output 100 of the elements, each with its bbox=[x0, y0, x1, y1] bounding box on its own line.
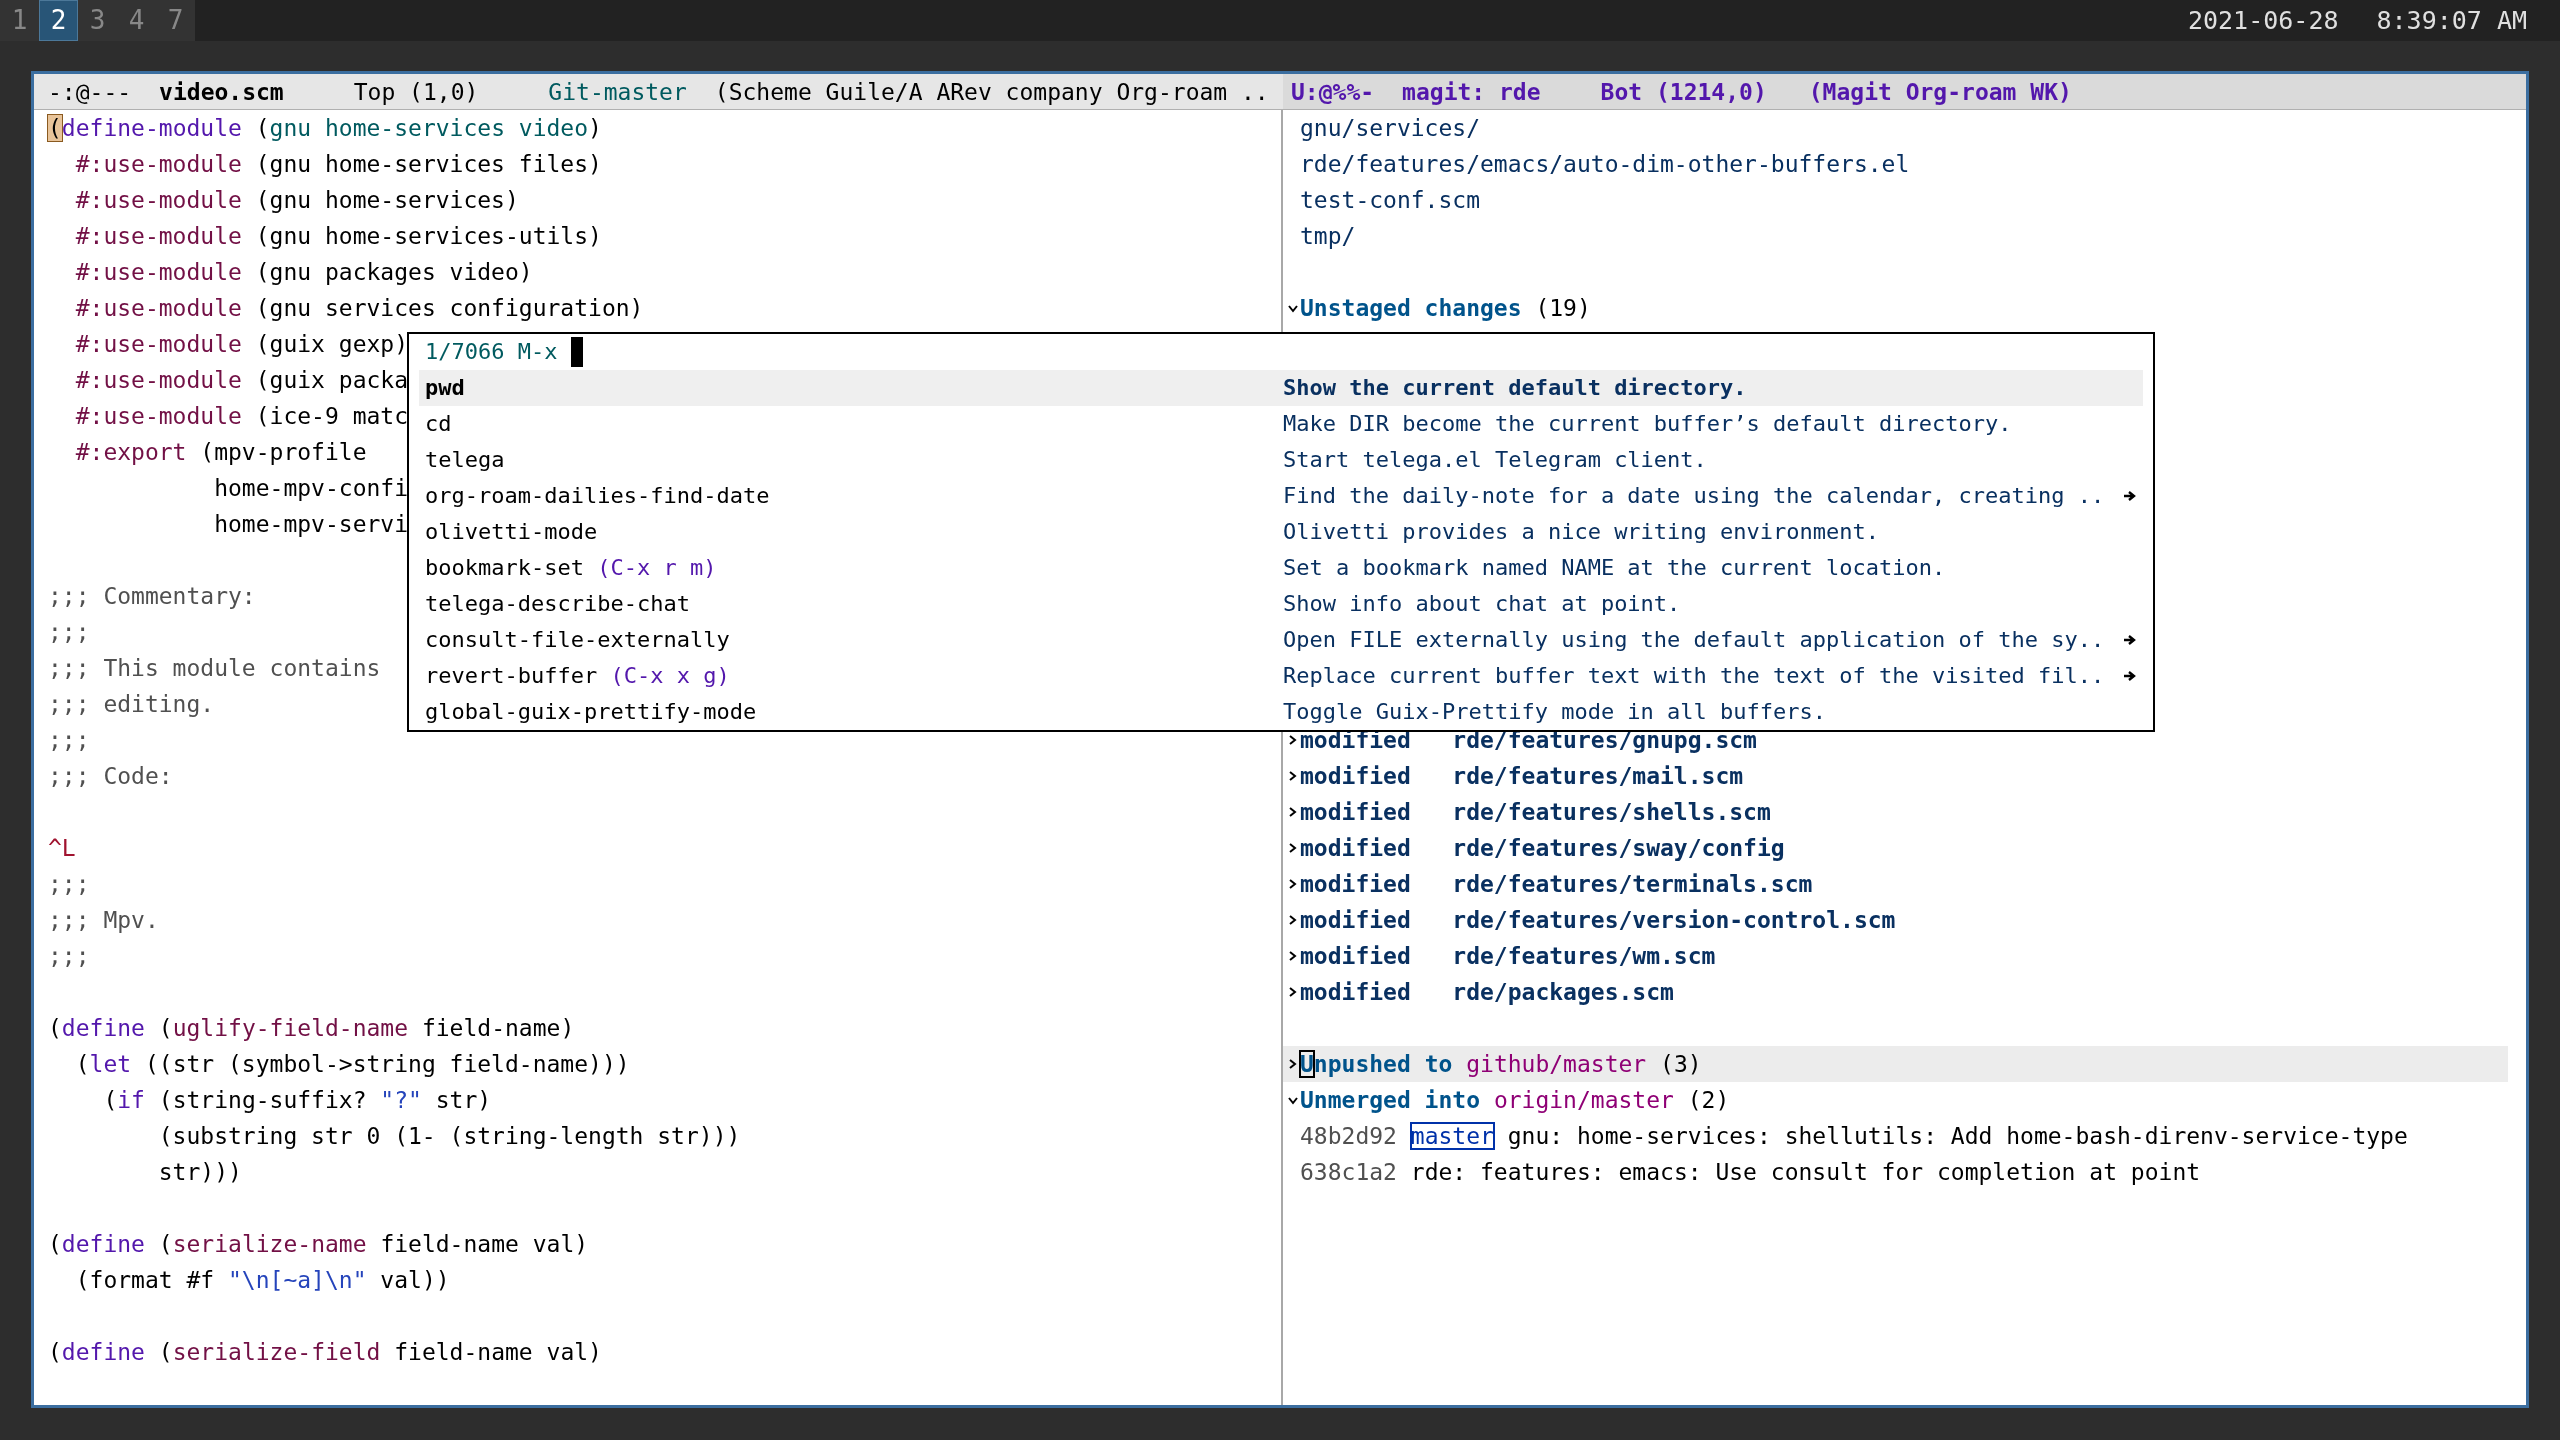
command-candidate[interactable]: global-guix-prettify-mode Toggle Guix-Prettify mode in all buffers. bbox=[419, 694, 2143, 730]
chevron-right-icon[interactable] bbox=[1287, 914, 1299, 926]
command-candidate[interactable]: cd Make DIR become the current buffer’s default directory. bbox=[419, 406, 2143, 442]
text-cursor[interactable] bbox=[571, 337, 584, 367]
chevron-right-icon[interactable] bbox=[1287, 950, 1299, 962]
command-name: revert-buffer (C-x x g) bbox=[425, 662, 731, 690]
section-line[interactable]: Unmerged into origin/master (2) bbox=[1300, 1082, 1730, 1118]
date-text: 2021-06-28 bbox=[2187, 4, 2339, 37]
command-description: Open FILE externally using the default application of the sy.. bbox=[1283, 626, 2105, 654]
workspace-button[interactable]: 7 bbox=[156, 0, 195, 41]
arrow-right-icon bbox=[2123, 633, 2137, 647]
mode-line-text: (Scheme Guile/A ARev company Org-roam .. bbox=[714, 77, 1269, 107]
code-line: #:use-module (gnu home-services) bbox=[74, 186, 519, 215]
magit-line: rde/features/emacs/auto-dim-other-buffers.el bbox=[1300, 150, 1910, 179]
command-candidate[interactable]: revert-buffer (C-x x g) Replace current buffer text with the text of the visited fil.. bbox=[419, 658, 2143, 694]
command-name: consult-file-externally bbox=[425, 626, 731, 654]
command-candidate[interactable]: consult-file-externally Open FILE externally using the default application of the sy.. bbox=[419, 622, 2143, 658]
section-line[interactable]: Unpushed to github/master (3) bbox=[1300, 1046, 1702, 1082]
section-line[interactable]: modified rde/features/shells.scm bbox=[1300, 794, 1771, 830]
chevron-right-icon[interactable] bbox=[1287, 1058, 1299, 1070]
code-line: home-mpv-servi bbox=[213, 510, 409, 539]
command-description: Replace current buffer text with the text of the visited fil.. bbox=[1283, 662, 2105, 690]
command-candidate[interactable]: olivetti-mode Olivetti provides a nice writing environment. bbox=[419, 514, 2143, 550]
arrow-right-icon bbox=[2123, 489, 2137, 503]
code-line: (define-module (gnu home-services video) bbox=[48, 114, 602, 143]
command-description: Toggle Guix-Prettify mode in all buffers. bbox=[1283, 698, 1827, 726]
section-line[interactable]: modified rde/features/sway/config bbox=[1300, 830, 1785, 866]
code-line: ;;; Code: bbox=[48, 762, 173, 791]
workspace-button[interactable]: 4 bbox=[117, 0, 156, 41]
command-candidate[interactable]: telega-describe-chat Show info about chat at point. bbox=[419, 586, 2143, 622]
command-description: Show info about chat at point. bbox=[1283, 590, 1681, 618]
command-candidate[interactable]: telega Start telega.el Telegram client. bbox=[419, 442, 2143, 478]
chevron-right-icon[interactable] bbox=[1287, 986, 1299, 998]
command-name: cd bbox=[425, 410, 453, 438]
chevron-right-icon[interactable] bbox=[1287, 734, 1299, 746]
command-name: olivetti-mode bbox=[425, 518, 599, 546]
code-line: ;;; This module contains bbox=[48, 654, 381, 683]
chevron-right-icon[interactable] bbox=[1287, 878, 1299, 890]
section-line[interactable]: modified rde/packages.scm bbox=[1300, 974, 1674, 1010]
command-name: bookmark-set (C-x r m) bbox=[425, 554, 718, 582]
code-line: ^L bbox=[48, 834, 76, 863]
arrow-right-icon bbox=[2123, 669, 2137, 683]
prompt-label: 1/7066 M-x bbox=[425, 338, 558, 366]
mode-line-text: Top (1,0) bbox=[353, 77, 479, 107]
workspace-button[interactable]: 2 bbox=[39, 0, 78, 41]
mode-line-text: (Magit Org-roam WK) bbox=[1808, 77, 2072, 107]
magit-line: gnu/services/ bbox=[1300, 114, 1480, 143]
code-line: #:use-module (ice-9 matc bbox=[74, 402, 409, 431]
code-line: ;;; Mpv. bbox=[48, 906, 159, 935]
code-line: ;;; bbox=[48, 726, 90, 755]
code-line: ;;; editing. bbox=[48, 690, 215, 719]
command-description: Find the daily-note for a date using the calendar, creating .. bbox=[1283, 482, 2105, 510]
command-name: org-roam-dailies-find-date bbox=[425, 482, 771, 510]
code-line: (format #f "\n[~a]\n" val)) bbox=[74, 1266, 450, 1295]
code-line: #:use-module (guix packa bbox=[74, 366, 409, 395]
command-candidate[interactable]: org-roam-dailies-find-date Find the daily-note for a date using the calendar, creating .. bbox=[419, 478, 2143, 514]
mode-line-text: Bot (1214,0) bbox=[1600, 77, 1767, 107]
code-line: str))) bbox=[157, 1158, 242, 1187]
command-description: Start telega.el Telegram client. bbox=[1283, 446, 1707, 474]
command-candidate[interactable]: bookmark-set (C-x r m) Set a bookmark named NAME at the current location. bbox=[419, 550, 2143, 586]
chevron-right-icon[interactable] bbox=[1287, 770, 1299, 782]
code-line: (define (serialize-field field-name val) bbox=[48, 1338, 602, 1367]
mode-line-text: U:@%%- bbox=[1291, 77, 1375, 107]
code-line: (if (string-suffix? "?" str) bbox=[102, 1086, 492, 1115]
chevron-right-icon[interactable] bbox=[1287, 842, 1299, 854]
code-line: #:use-module (gnu home-services files) bbox=[74, 150, 602, 179]
command-name: telega bbox=[425, 446, 506, 474]
mode-line-text: video.scm bbox=[159, 77, 284, 107]
mode-line-text: magit: rde bbox=[1402, 77, 1541, 107]
mode-line-text: -:@--- bbox=[48, 77, 132, 107]
section-line[interactable]: Unstaged changes (19) bbox=[1300, 290, 1591, 326]
code-line: (define (serialize-name field-name val) bbox=[48, 1230, 589, 1259]
command-description: Show the current default directory. bbox=[1283, 374, 1747, 402]
code-line: ;;; bbox=[48, 870, 90, 899]
workspace-button[interactable]: 1 bbox=[0, 0, 39, 41]
command-name: telega-describe-chat bbox=[425, 590, 691, 618]
section-line[interactable]: modified rde/features/wm.scm bbox=[1300, 938, 1716, 974]
code-line: ;;; Commentary: bbox=[48, 582, 256, 611]
section-line[interactable]: modified rde/features/mail.scm bbox=[1300, 758, 1744, 794]
magit-line: 48b2d92 master gnu: home-services: shellutils: Add home-bash-direnv-service-type bbox=[1300, 1122, 2408, 1151]
command-description: Make DIR become the current buffer’s default directory. bbox=[1283, 410, 2012, 438]
code-line: ;;; bbox=[48, 942, 90, 971]
command-description: Set a bookmark named NAME at the current location. bbox=[1283, 554, 1946, 582]
command-name: pwd bbox=[425, 374, 466, 402]
code-line: #:use-module (gnu home-services-utils) bbox=[74, 222, 602, 251]
workspace-button[interactable]: 3 bbox=[78, 0, 117, 41]
code-line: (let ((str (symbol->string field-name))) bbox=[74, 1050, 630, 1079]
command-description: Olivetti provides a nice writing environment. bbox=[1283, 518, 1880, 546]
magit-line: 638c1a2 rde: features: emacs: Use consult for completion at point bbox=[1300, 1158, 2201, 1187]
code-line: (substring str 0 (1- (string-length str))) bbox=[157, 1122, 741, 1151]
section-line[interactable]: modified rde/features/terminals.scm bbox=[1300, 866, 1813, 902]
section-line[interactable]: modified rde/features/version-control.scm bbox=[1300, 902, 1896, 938]
command-candidate[interactable]: pwd Show the current default directory. bbox=[419, 370, 2143, 406]
magit-line: tmp/ bbox=[1300, 222, 1356, 251]
chevron-right-icon[interactable] bbox=[1287, 806, 1299, 818]
command-name: global-guix-prettify-mode bbox=[425, 698, 758, 726]
code-line: #:use-module (guix gexp) bbox=[74, 330, 409, 359]
code-line: #:use-module (gnu services configuration) bbox=[74, 294, 644, 323]
clock-text: 8:39:07 AM bbox=[2376, 4, 2527, 37]
mode-line-text: Git-master bbox=[548, 77, 687, 107]
